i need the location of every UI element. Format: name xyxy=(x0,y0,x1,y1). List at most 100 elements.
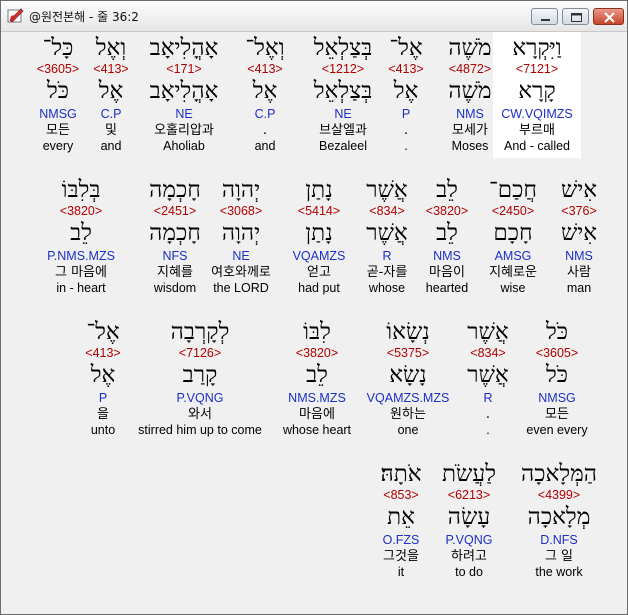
korean-gloss: 마음에 xyxy=(299,407,335,422)
interlinear-word[interactable]: וַיִּקְרָא <7121> קָרָא CW.VQIMZS 부르매 And - c… xyxy=(493,32,581,158)
english-gloss: the work xyxy=(535,565,583,579)
morphology-code: VQAMZS xyxy=(292,249,346,263)
morphology-code: VQAMZS.MZS xyxy=(366,391,450,405)
interlinear-word[interactable]: אֶל־ <413> אֶל P.. xyxy=(386,32,426,158)
strong-number: <5414> xyxy=(297,204,341,218)
hebrew-word: וְאֶל xyxy=(95,35,127,61)
interlinear-word[interactable]: לְקָרְבָה <7126> קָרַב P.VQNG 와서 stirred him … xyxy=(136,316,264,442)
morphology-code: C.P xyxy=(254,107,276,121)
strong-number: <2451> xyxy=(153,204,197,218)
morphology-code: NMS xyxy=(433,249,461,263)
english-gloss: And - called xyxy=(503,139,570,153)
interlinear-word[interactable]: בְּצַלְאֵל <1212> בְּצַלְאֵל NE 브살엘과 Bezaleel xyxy=(307,32,379,158)
english-gloss: in - heart xyxy=(56,281,106,295)
interlinear-word[interactable]: יְהוָה <3068> יְהוָה NE 여호와께로 the LORD xyxy=(198,174,284,300)
interlinear-word[interactable]: לַעֲשֹׂת <6213> עָשָׂה P.VQNG 하려고 to do xyxy=(434,458,504,584)
morphology-code: NFS xyxy=(162,249,188,263)
morphology-code: NMSG xyxy=(39,107,77,121)
morphology-code: P.NMS.MZS xyxy=(47,249,115,263)
strong-number: <3820> xyxy=(59,204,103,218)
morphology-code: P xyxy=(401,107,411,121)
hebrew-word: אָהֳלִיאָב xyxy=(149,35,219,61)
english-gloss: Bezaleel xyxy=(319,139,367,153)
hebrew-lemma: עָשָׂה xyxy=(447,504,491,530)
hebrew-word: אֲשֶׁר xyxy=(366,177,408,203)
close-button[interactable] xyxy=(593,8,624,25)
hebrew-lemma: קָרַב xyxy=(182,362,218,388)
hebrew-word: כָּל־ xyxy=(42,35,74,61)
hebrew-lemma: יְהוָה xyxy=(221,220,261,246)
hebrew-word: כֹּל xyxy=(545,319,568,345)
korean-gloss: 사람 xyxy=(567,265,591,280)
korean-gloss: 여호와께로 xyxy=(211,265,271,280)
strong-number: <834> xyxy=(369,204,405,218)
english-gloss: and xyxy=(254,139,276,153)
korean-gloss: 그 마음에 xyxy=(55,265,107,280)
morphology-code: CW.VQIMZS xyxy=(501,107,573,121)
hebrew-lemma: נָתַן xyxy=(305,220,333,246)
korean-gloss: 얻고 xyxy=(307,265,331,280)
minimize-button[interactable] xyxy=(531,8,558,25)
interlinear-word[interactable]: חָכְמָה <2451> חָכְמָה NFS 지혜를 wisdom xyxy=(140,174,210,300)
korean-gloss: 오홀리압과 xyxy=(154,123,214,138)
strong-number: <834> xyxy=(470,346,506,360)
hebrew-lemma: אֶל xyxy=(252,78,278,104)
hebrew-lemma: אֶל xyxy=(90,362,116,388)
strong-number: <3820> xyxy=(425,204,469,218)
hebrew-lemma: אֵת xyxy=(387,504,415,530)
minimize-icon xyxy=(541,19,550,21)
interlinear-word[interactable]: אָהֳלִיאָב <171> אָהֳלִיאָב NE 오홀리압과 Aholiab xyxy=(138,32,230,158)
title-bar[interactable]: @원전본해 - 줄 36:2 xyxy=(1,1,627,32)
hebrew-lemma: אֶל xyxy=(98,78,124,104)
interlinear-word[interactable]: לִבּוֹ <3820> לֵב NMS.MZS 마음에 whose heart xyxy=(275,316,359,442)
hebrew-word: אֶל־ xyxy=(86,319,120,345)
hebrew-word: וְאֶל־ xyxy=(245,35,285,61)
interlinear-word[interactable]: נָתַן <5414> נָתַן VQAMZS 얻고 had put xyxy=(284,174,354,300)
hebrew-lemma: לֵב xyxy=(70,220,92,246)
hebrew-lemma: אֶל xyxy=(393,78,419,104)
interlinear-word[interactable]: אֶל־ <413> אֶל P 을 unto xyxy=(75,316,131,442)
maximize-button[interactable] xyxy=(562,8,589,25)
interlinear-word[interactable]: הַמְּלָאכָה <4399> מְלָאכָה D.NFS 그 일 the wor… xyxy=(513,458,605,584)
strong-number: <3605> xyxy=(36,62,80,76)
english-gloss: every xyxy=(42,139,74,153)
app-icon xyxy=(7,7,25,25)
hebrew-lemma: לֵב xyxy=(436,220,458,246)
interlinear-view: וַיִּקְרָא <7121> קָרָא CW.VQIMZS 부르매 And - c… xyxy=(6,32,622,609)
hebrew-word: אֲשֶׁר xyxy=(467,319,509,345)
interlinear-word[interactable]: וְאֶל־ <413> אֶל C.P. and xyxy=(240,32,290,158)
interlinear-word[interactable]: לֵב <3820> לֵב NMS 마음이 hearted xyxy=(421,174,473,300)
korean-gloss: 을 xyxy=(97,407,109,422)
interlinear-word[interactable]: אִישׁ <376> אִישׁ NMS 사람 man xyxy=(551,174,607,300)
strong-number: <6213> xyxy=(447,488,491,502)
interlinear-word[interactable]: כָּל־ <3605> כֹּל NMSG 모든 every xyxy=(28,32,88,158)
english-gloss: to do xyxy=(455,565,483,579)
english-gloss: whose xyxy=(368,281,406,295)
strong-number: <413> xyxy=(247,62,283,76)
interlinear-word[interactable]: בְּלִבּוֹ <3820> לֵב P.NMS.MZS 그 마음에 in - hea… xyxy=(31,174,131,300)
interlinear-word[interactable]: חֲכַם־ <2450> חָכָם AMSG 지혜로운 wise xyxy=(481,174,545,300)
hebrew-word: בְּצַלְאֵל xyxy=(313,35,373,61)
english-gloss: had put xyxy=(298,281,340,295)
interlinear-word[interactable]: מֹשֶׁה <4872> מֹשֶׁה NMS 모세가 Moses xyxy=(440,32,500,158)
korean-gloss: 모든 xyxy=(545,407,569,422)
english-gloss: man xyxy=(566,281,592,295)
english-gloss: one xyxy=(397,423,419,437)
morphology-code: NE xyxy=(175,107,193,121)
interlinear-word[interactable]: אֲשֶׁר <834> אֲשֶׁר R 곧-자를 whose xyxy=(359,174,415,300)
morphology-code: R xyxy=(483,391,493,405)
interlinear-word[interactable]: נְשָׂאוֹ <5375> נָשָׂא VQAMZS.MZS 원하는 one xyxy=(358,316,458,442)
interlinear-word[interactable]: אֲשֶׁר <834> אֲשֶׁר R.. xyxy=(461,316,515,442)
korean-gloss: 모든 xyxy=(46,123,70,138)
interlinear-word[interactable]: וְאֶל <413> אֶל C.P 및 and xyxy=(88,32,134,158)
english-gloss: unto xyxy=(90,423,116,437)
morphology-code: NMSG xyxy=(538,391,576,405)
hebrew-lemma: מֹשֶׁה xyxy=(448,78,492,104)
hebrew-word: אֹתָהּ׃ xyxy=(380,461,422,487)
korean-gloss: 모세가 xyxy=(452,123,488,138)
hebrew-word: יְהוָה xyxy=(221,177,261,203)
interlinear-word[interactable]: אֹתָהּ׃ <853> אֵת O.FZS 그것을 it xyxy=(369,458,433,584)
interlinear-word[interactable]: כֹּל <3605> כֹּל NMSG 모든 even every xyxy=(521,316,593,442)
english-gloss: it xyxy=(397,565,405,579)
korean-gloss: 그것을 xyxy=(383,549,419,564)
